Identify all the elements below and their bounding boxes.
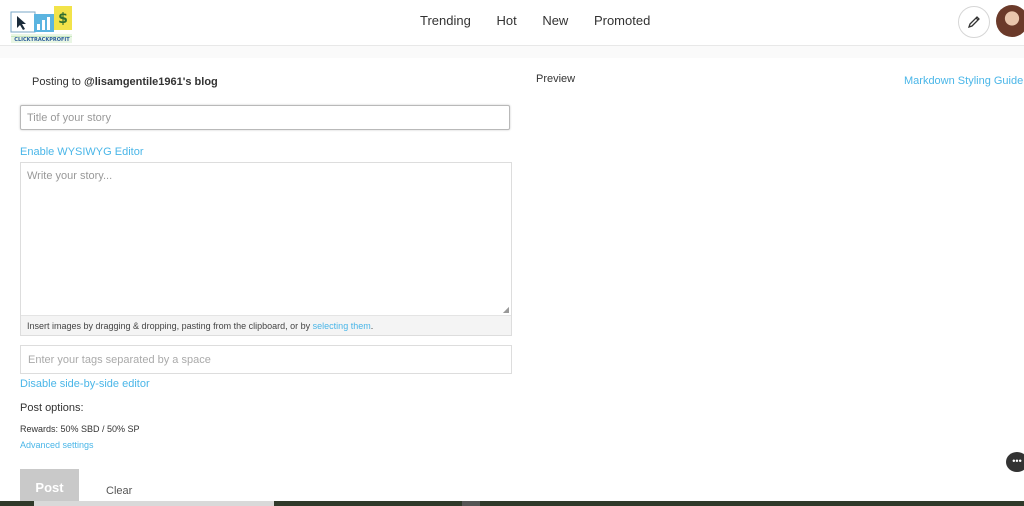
chat-icon[interactable]: •••: [1006, 452, 1024, 472]
blog-name: @lisamgentile1961's blog: [83, 76, 218, 88]
posting-to-label: Posting to @lisamgentile1961's blog: [32, 76, 218, 88]
title-input[interactable]: [20, 105, 510, 130]
header-shadow-band: [0, 46, 1024, 58]
pencil-icon: [967, 16, 980, 29]
resize-grip-icon[interactable]: ◢: [503, 305, 509, 314]
markdown-guide-link[interactable]: Markdown Styling Guide: [904, 75, 1023, 87]
bottom-strip-segment: [462, 501, 480, 506]
nav-promoted[interactable]: Promoted: [594, 13, 650, 28]
main-nav: Trending Hot New Promoted: [420, 13, 672, 28]
post-options-label: Post options:: [20, 402, 84, 414]
clear-button[interactable]: Clear: [106, 485, 132, 497]
write-post-button[interactable]: [958, 6, 990, 38]
drop-hint-text: Insert images by dragging & dropping, pa…: [27, 321, 313, 331]
select-images-link[interactable]: selecting them: [313, 321, 371, 331]
site-logo[interactable]: $ CLICKTRACKPROFIT: [10, 6, 74, 46]
logo-wordmark: CLICKTRACKPROFIT: [14, 37, 70, 43]
tags-input[interactable]: [20, 345, 512, 374]
nav-new[interactable]: New: [542, 13, 568, 28]
drop-hint-period: .: [370, 321, 374, 331]
nav-hot[interactable]: Hot: [496, 13, 516, 28]
top-header: $ CLICKTRACKPROFIT Trending Hot New Prom…: [0, 0, 1024, 46]
chart-logo-icon: $ CLICKTRACKPROFIT: [10, 6, 72, 43]
rewards-setting: Rewards: 50% SBD / 50% SP: [20, 424, 140, 434]
story-body-input[interactable]: [21, 163, 511, 315]
nav-trending[interactable]: Trending: [420, 13, 471, 28]
story-editor: ◢ Insert images by dragging & dropping, …: [20, 162, 512, 336]
bottom-strip: [0, 501, 1024, 506]
preview-label: Preview: [536, 73, 576, 85]
disable-side-by-side-link[interactable]: Disable side-by-side editor: [20, 378, 150, 390]
bottom-strip-segment: [34, 501, 274, 506]
posting-prefix: Posting to: [32, 76, 84, 88]
enable-wysiwyg-link[interactable]: Enable WYSIWYG Editor: [20, 146, 144, 158]
svg-text:$: $: [58, 11, 68, 27]
advanced-settings-link[interactable]: Advanced settings: [20, 440, 94, 450]
user-avatar[interactable]: [996, 5, 1024, 37]
image-drop-hint: Insert images by dragging & dropping, pa…: [21, 315, 511, 335]
